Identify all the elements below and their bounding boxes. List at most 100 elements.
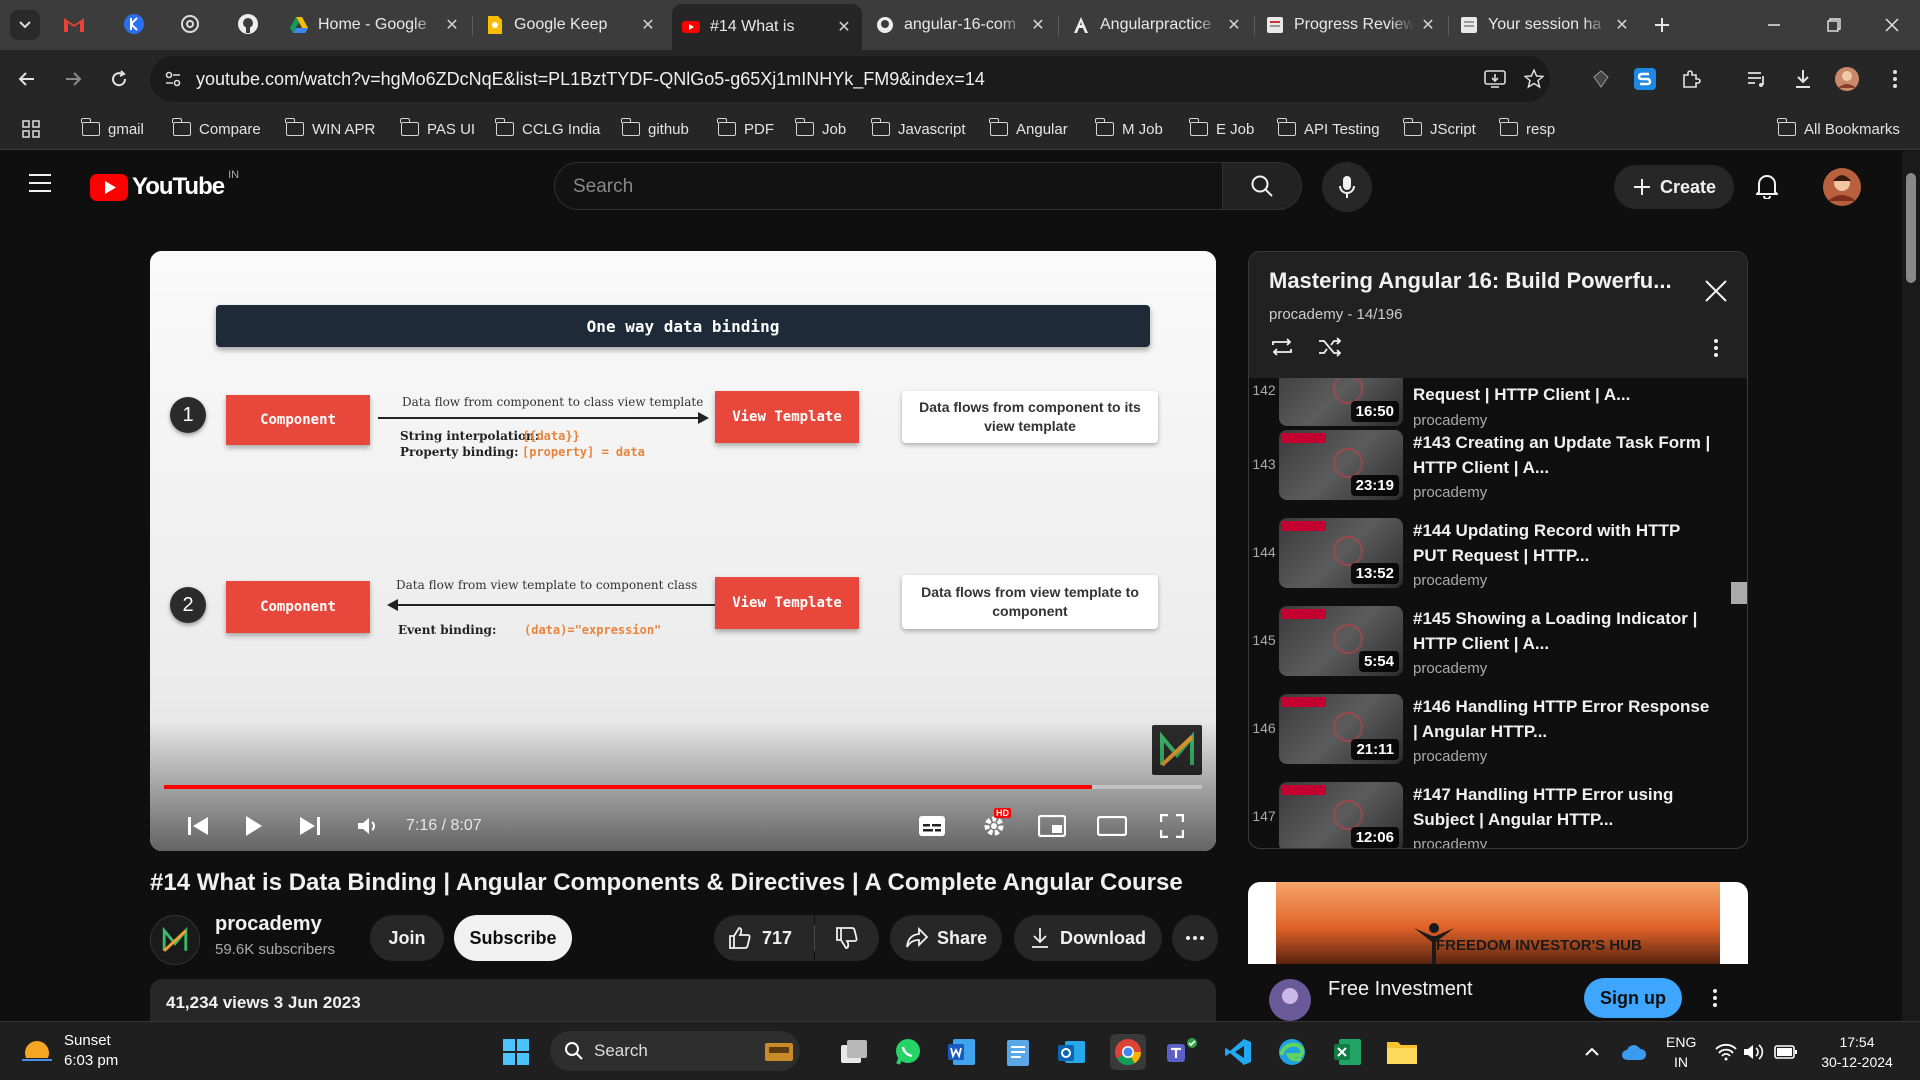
sponsored-ad[interactable]: FREEDOM INVESTOR'S HUB Free Investment S… [1248,882,1748,1021]
bookmark-folder[interactable]: JScript [1403,116,1476,142]
new-tab-button[interactable] [1642,8,1682,42]
close-playlist-button[interactable] [1705,280,1727,302]
taskbar-edge[interactable] [1274,1034,1310,1070]
description-box[interactable]: 41,234 views 3 Jun 2023 [150,979,1216,1021]
minimize-button[interactable] [1754,8,1794,42]
language-code[interactable]: ENG [1666,1034,1696,1050]
show-hidden-icons-button[interactable] [1574,1034,1610,1070]
taskbar-chrome[interactable] [1110,1034,1146,1070]
tab-youtube-active[interactable]: #14 What is ✕ [672,4,862,50]
bookmark-folder[interactable]: E Job [1189,116,1254,142]
install-app-icon[interactable] [1484,69,1506,89]
page-scrollbar[interactable] [1902,151,1920,1021]
taskbar-whatsapp[interactable] [890,1034,926,1070]
video-player[interactable]: One way data binding 1 Component Data fl… [150,251,1216,851]
close-tab-icon[interactable]: ✕ [1420,15,1436,35]
tab-google-keep[interactable]: Google Keep ✕ [476,6,666,44]
pinned-tab-github[interactable] [236,12,260,36]
start-button[interactable] [498,1034,534,1070]
pinned-tab-gmail[interactable] [62,12,86,36]
playlist-item[interactable]: 147 12:06 #147 Handling HTTP Error using… [1249,778,1729,848]
playlist-item[interactable]: 145 5:54 #145 Showing a Loading Indicato… [1249,602,1729,690]
tab-github-repo[interactable]: angular-16-com ✕ [866,6,1056,44]
reload-button[interactable] [104,64,134,94]
taskbar-outlook[interactable] [1054,1034,1090,1070]
close-tab-icon[interactable]: ✕ [1226,15,1242,35]
close-tab-icon[interactable]: ✕ [1030,15,1046,35]
extension-button[interactable] [1586,64,1616,94]
voice-search-button[interactable] [1322,162,1372,212]
onedrive-button[interactable] [1616,1034,1652,1070]
site-info-icon[interactable] [164,70,182,88]
bookmark-folder[interactable]: github [621,116,689,142]
tab-search-button[interactable] [10,10,40,40]
share-button[interactable]: Share [890,915,1002,961]
pinned-tab-chatgpt[interactable] [178,12,202,36]
close-tab-icon[interactable]: ✕ [640,15,656,35]
playlist-item[interactable]: 144 13:52 #144 Updating Record with HTTP… [1249,514,1729,602]
play-button[interactable] [236,808,272,844]
guide-menu-button[interactable] [28,173,52,193]
profile-button[interactable] [1832,64,1862,94]
close-tab-icon[interactable]: ✕ [444,15,460,35]
loop-button[interactable] [1269,336,1295,358]
taskbar-notepad[interactable] [1000,1034,1036,1070]
battery-status[interactable] [1768,1034,1804,1070]
close-window-button[interactable] [1872,8,1912,42]
search-button[interactable] [1222,162,1302,210]
bookmark-folder[interactable]: M Job [1095,116,1163,142]
taskbar-teams[interactable] [1164,1034,1200,1070]
taskbar-vscode[interactable] [1220,1034,1256,1070]
browser-menu-button[interactable] [1880,64,1910,94]
shuffle-button[interactable] [1317,336,1343,358]
apps-button[interactable] [22,116,40,142]
bookmark-folder[interactable]: API Testing [1277,116,1380,142]
notifications-button[interactable] [1756,173,1778,199]
ad-menu-button[interactable] [1712,988,1718,1008]
tab-home-google[interactable]: Home - Google ✕ [280,6,470,44]
fullscreen-button[interactable] [1154,808,1190,844]
mute-button[interactable] [350,808,386,844]
media-control-button[interactable] [1742,64,1772,94]
extensions-button[interactable] [1676,64,1706,94]
close-tab-icon[interactable]: ✕ [836,17,852,37]
close-tab-icon[interactable]: ✕ [1614,15,1630,35]
subtitles-button[interactable] [914,808,950,844]
youtube-logo[interactable]: YouTube IN [90,169,239,201]
page-scrollbar-thumb[interactable] [1906,173,1916,283]
like-button[interactable]: 717 [714,915,814,961]
miniplayer-button[interactable] [1034,808,1070,844]
weather-widget[interactable] [20,1034,54,1068]
bookmark-folder[interactable]: gmail [81,116,144,142]
bookmark-folder[interactable]: Compare [172,116,261,142]
downloads-button[interactable] [1788,64,1818,94]
taskbar-search[interactable]: Search [550,1031,800,1071]
theater-mode-button[interactable] [1094,808,1130,844]
join-button[interactable]: Join [370,915,444,961]
playlist-title[interactable]: Mastering Angular 16: Build Powerfu... [1269,268,1689,294]
create-button[interactable]: Create [1614,165,1734,209]
pinned-tab-app[interactable] [122,12,146,36]
playlist-item[interactable]: 143 23:19 #143 Creating an Update Task F… [1249,426,1729,514]
subscribe-button[interactable]: Subscribe [454,915,572,961]
taskbar-file-explorer[interactable] [1384,1034,1420,1070]
settings-button[interactable]: HD [974,808,1014,844]
bookmark-folder[interactable]: Angular [989,116,1068,142]
address-bar[interactable]: youtube.com/watch?v=hgMo6ZDcNqE&list=PL1… [150,56,1550,102]
channel-name[interactable]: procademy [215,913,322,936]
bookmark-folder[interactable]: WIN APR [285,116,375,142]
taskbar-excel[interactable] [1330,1034,1366,1070]
back-button[interactable] [12,64,42,94]
bookmark-folder[interactable]: resp [1499,116,1555,142]
all-bookmarks-button[interactable]: All Bookmarks [1777,116,1900,142]
dislike-button[interactable] [815,915,879,961]
bookmark-folder[interactable]: Job [795,116,846,142]
ad-signup-button[interactable]: Sign up [1584,978,1682,1018]
more-actions-button[interactable] [1172,915,1218,961]
bookmark-folder[interactable]: Javascript [871,116,966,142]
taskbar-word[interactable] [944,1034,980,1070]
channel-avatar[interactable] [150,915,200,965]
previous-button[interactable] [180,808,216,844]
bookmark-folder[interactable]: PAS UI [400,116,475,142]
download-button[interactable]: Download [1014,915,1162,961]
